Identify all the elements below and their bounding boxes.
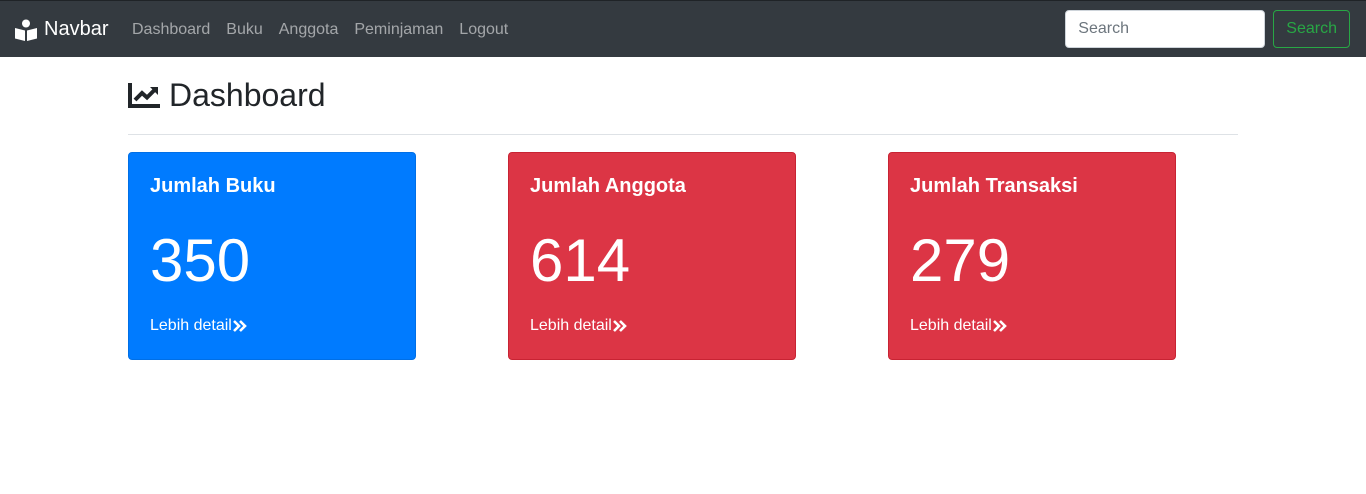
- card-detail-link[interactable]: Lebih detail: [910, 317, 1007, 335]
- stat-cards: Jumlah Buku 350 Lebih detail Jumlah Angg…: [128, 152, 1238, 360]
- navbar-brand[interactable]: Navbar: [14, 1, 108, 58]
- card-link-label: Lebih detail: [530, 317, 612, 334]
- card-title: Jumlah Anggota: [530, 175, 686, 197]
- nav-links: Dashboard Buku Anggota Peminjaman Logout: [124, 1, 516, 58]
- card-title: Jumlah Buku: [150, 175, 276, 197]
- page-title: Dashboard: [128, 77, 326, 114]
- chart-line-icon: [128, 82, 160, 108]
- search-button[interactable]: Search: [1273, 10, 1350, 48]
- nav-link-dashboard[interactable]: Dashboard: [124, 21, 218, 39]
- main-content: Dashboard Jumlah Buku 350 Lebih detail J…: [128, 57, 1238, 360]
- card-value: 614: [530, 227, 631, 294]
- card-jumlah-buku: Jumlah Buku 350 Lebih detail: [128, 152, 416, 360]
- nav-link-anggota[interactable]: Anggota: [271, 21, 347, 39]
- card-title: Jumlah Transaksi: [910, 175, 1078, 197]
- angle-double-right-icon: [232, 320, 247, 332]
- brand-label: Navbar: [44, 18, 109, 40]
- card-value: 350: [150, 227, 251, 294]
- card-link-label: Lebih detail: [910, 317, 992, 334]
- card-link-label: Lebih detail: [150, 317, 232, 334]
- nav-link-buku[interactable]: Buku: [218, 21, 270, 39]
- angle-double-right-icon: [612, 320, 627, 332]
- search-input[interactable]: [1065, 10, 1266, 48]
- card-jumlah-anggota: Jumlah Anggota 614 Lebih detail: [508, 152, 796, 360]
- card-detail-link[interactable]: Lebih detail: [530, 317, 627, 335]
- page-header: Dashboard: [128, 57, 1238, 135]
- book-reader-icon: [15, 19, 37, 41]
- navbar: Navbar Dashboard Buku Anggota Peminjaman…: [0, 0, 1366, 57]
- nav-link-logout[interactable]: Logout: [451, 21, 516, 39]
- search-form: Search: [1065, 10, 1350, 48]
- card-value: 279: [910, 227, 1011, 294]
- nav-link-peminjaman[interactable]: Peminjaman: [346, 21, 451, 39]
- card-jumlah-transaksi: Jumlah Transaksi 279 Lebih detail: [888, 152, 1176, 360]
- page-title-text: Dashboard: [169, 77, 326, 113]
- angle-double-right-icon: [992, 320, 1007, 332]
- card-detail-link[interactable]: Lebih detail: [150, 317, 247, 335]
